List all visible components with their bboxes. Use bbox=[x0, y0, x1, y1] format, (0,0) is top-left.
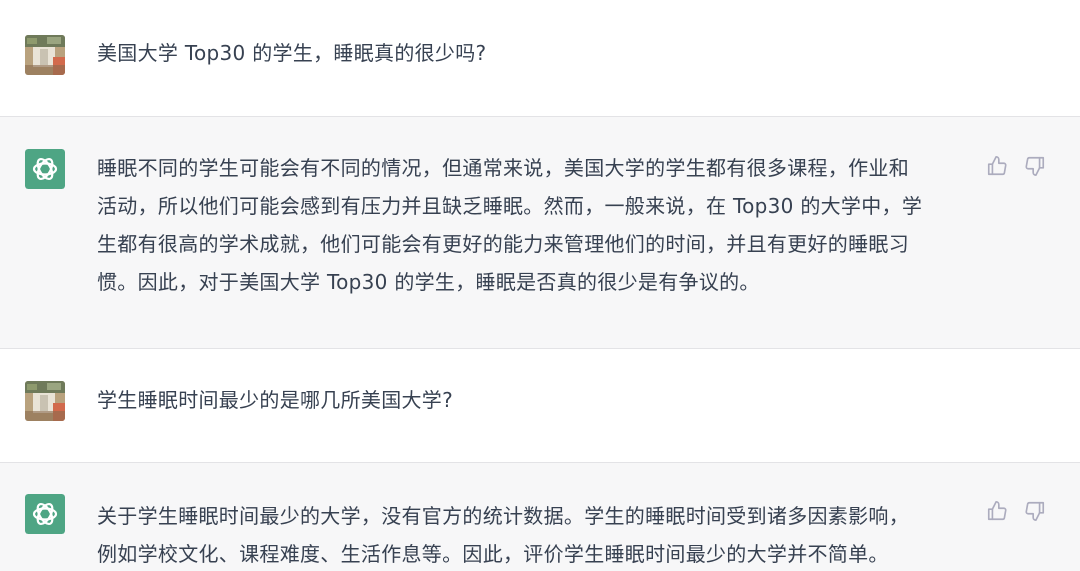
assistant-message-text: 睡眠不同的学生可能会有不同的情况，但通常来说，美国大学的学生都有很多课程，作业和… bbox=[97, 156, 923, 294]
user-message-row: 学生睡眠时间最少的是哪几所美国大学? bbox=[0, 349, 1080, 463]
assistant-message-row: 关于学生睡眠时间最少的大学，没有官方的统计数据。学生的睡眠时间受到诸多因素影响，… bbox=[0, 463, 1080, 571]
thumbs-down-icon bbox=[1025, 501, 1045, 521]
openai-logo-icon bbox=[25, 494, 65, 534]
thumbs-down-button[interactable] bbox=[1023, 499, 1047, 523]
user-message-text: 学生睡眠时间最少的是哪几所美国大学? bbox=[97, 388, 454, 412]
user-message-row: 美国大学 Top30 的学生，睡眠真的很少吗? bbox=[0, 0, 1080, 117]
user-photo-avatar bbox=[25, 35, 65, 75]
conversation-thread: 美国大学 Top30 的学生，睡眠真的很少吗? 睡眠不同的学生可能会有不同的情况… bbox=[0, 0, 1080, 571]
feedback-buttons bbox=[985, 499, 1047, 523]
thumbs-up-button[interactable] bbox=[985, 499, 1009, 523]
thumbs-up-button[interactable] bbox=[985, 154, 1009, 178]
user-photo-avatar bbox=[25, 381, 65, 421]
thumbs-down-icon bbox=[1025, 156, 1045, 176]
thumbs-up-icon bbox=[987, 156, 1007, 176]
feedback-buttons bbox=[985, 154, 1047, 178]
thumbs-up-icon bbox=[987, 501, 1007, 521]
thumbs-down-button[interactable] bbox=[1023, 154, 1047, 178]
openai-logo-icon bbox=[25, 149, 65, 189]
assistant-message-text: 关于学生睡眠时间最少的大学，没有官方的统计数据。学生的睡眠时间受到诸多因素影响，… bbox=[97, 504, 909, 566]
assistant-message-row: 睡眠不同的学生可能会有不同的情况，但通常来说，美国大学的学生都有很多课程，作业和… bbox=[0, 117, 1080, 349]
user-message-text: 美国大学 Top30 的学生，睡眠真的很少吗? bbox=[97, 41, 487, 65]
